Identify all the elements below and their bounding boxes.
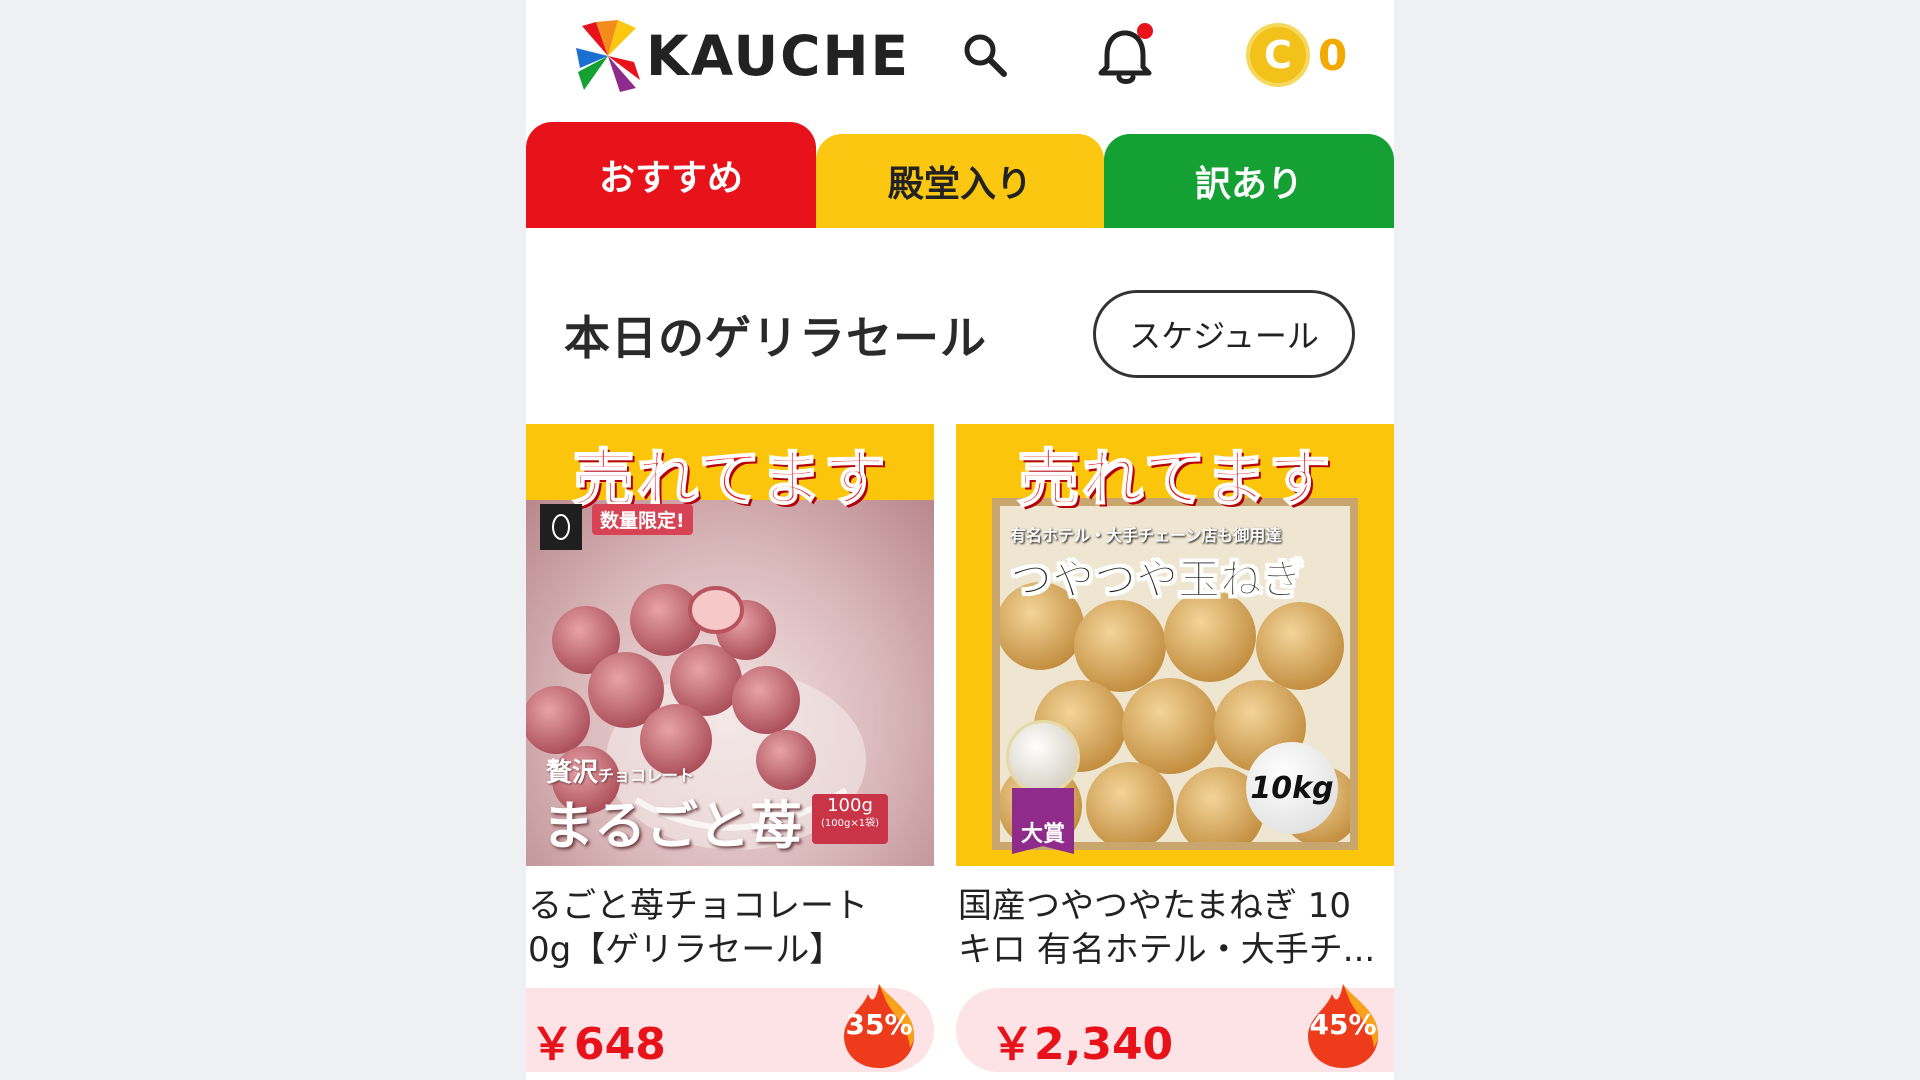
onion-subtitle: 有名ホテル・大手チェーン店も御用達	[1010, 526, 1282, 545]
discount-badge: 35%	[834, 980, 924, 1070]
discount-text: 35%	[845, 1008, 913, 1041]
selling-banner: 売れてます	[1016, 441, 1333, 516]
notification-dot	[1137, 23, 1153, 39]
weight-badge: 100g (100g×1袋)	[812, 794, 888, 844]
tab-hall-of-fame[interactable]: 殿堂入り	[816, 134, 1104, 228]
discount-text: 45%	[1309, 1008, 1377, 1041]
selling-banner: 売れてます	[571, 441, 888, 516]
product-price: ￥648	[530, 1019, 666, 1070]
tab-outlet[interactable]: 訳あり	[1104, 134, 1394, 228]
coin-count: 0	[1318, 30, 1348, 80]
award-ribbon: 大賞	[1012, 788, 1074, 854]
coin-balance[interactable]: C 0	[1246, 20, 1347, 90]
limited-tag: 数量限定!	[592, 504, 693, 535]
product-image[interactable]: 売れてます 有名ホテル・大手チェーン店も御用達 つやつや玉ねぎ 10kg 大賞	[956, 424, 1394, 866]
search-icon[interactable]	[950, 22, 1020, 88]
product-name[interactable]: るごと苺チョコレート 0g【ゲリラセール】	[528, 884, 936, 972]
app-header: KAUCHE C 0	[526, 0, 1394, 118]
kauche-logo[interactable]: KAUCHE	[574, 16, 924, 96]
product-name[interactable]: 国産つやつやたまねぎ 10 キロ 有名ホテル・大手チ...	[958, 884, 1394, 972]
product-card[interactable]: 売れてます 有名ホテル・大手チェーン店も御用達 つやつや玉ねぎ 10kg 大賞 …	[956, 424, 1394, 1072]
app-screen: KAUCHE C 0 おすすめ 殿堂入り 訳あり 本日のゲリラセール スケジュー…	[526, 0, 1394, 1080]
award-badge: 大賞	[1006, 720, 1080, 854]
onion-title: つやつや玉ねぎ	[1009, 555, 1305, 605]
brand-logo-icon	[540, 504, 582, 550]
promo-text-strawberry: まるごと苺	[542, 797, 803, 857]
coin-icon: C	[1246, 23, 1310, 87]
kauche-logo-icon	[576, 20, 640, 92]
section-title: 本日のゲリラセール	[564, 311, 987, 365]
category-tabs: おすすめ 殿堂入り 訳あり	[526, 122, 1394, 228]
weight-badge: 10kg	[1246, 742, 1338, 834]
award-medal-icon	[1006, 720, 1080, 794]
tab-recommended[interactable]: おすすめ	[526, 122, 816, 228]
product-card[interactable]: 売れてます 数量限定! 贅沢チョコレート まるごと苺 100g (100g×1袋…	[526, 424, 934, 1072]
discount-badge: 45%	[1298, 980, 1388, 1070]
logo-text: KAUCHE	[646, 24, 911, 88]
bell-icon[interactable]	[1092, 14, 1162, 94]
schedule-button[interactable]: スケジュール	[1093, 290, 1355, 378]
product-price: ￥2,340	[990, 1019, 1174, 1070]
